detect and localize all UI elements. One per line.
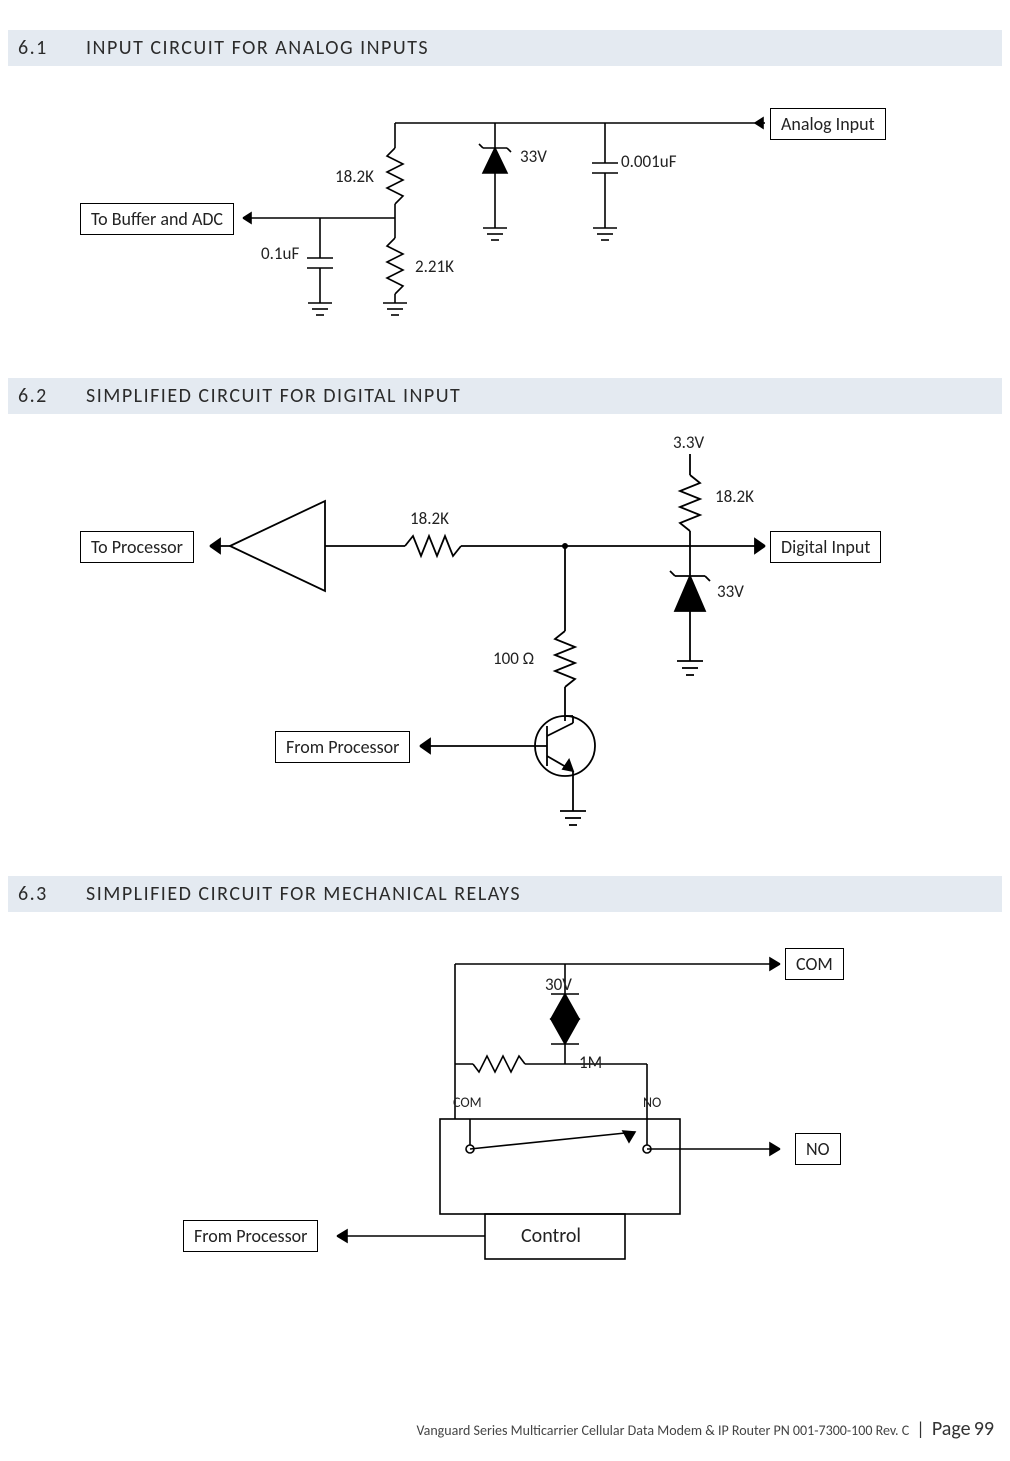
footer-page-num: 99 [974,1417,994,1441]
section-title: INPUT CIRCUIT FOR ANALOG INPUTS [86,36,429,60]
c1-value: 0.1uF [261,243,299,264]
section-number: 6.2 [18,384,58,408]
section-number: 6.1 [18,36,58,60]
page-footer: Vanguard Series Multicarrier Cellular Da… [416,1417,994,1441]
switch-com-label: COM [453,1094,482,1111]
snubber-r-value: 1M [579,1052,602,1073]
r1-value: 18.2K [335,166,374,187]
from-processor-label: From Processor [275,731,410,763]
footer-sep: | [916,1418,924,1440]
schematic-svg [25,426,985,846]
from-processor-label: From Processor [183,1220,318,1252]
digital-input-label: Digital Input [770,531,881,563]
tvs-value: 30V [545,974,572,995]
diagram-analog-input: To Buffer and ADC Analog Input 18.2K 2.2… [25,78,985,348]
section-heading-6-1: 6.1 INPUT CIRCUIT FOR ANALOG INPUTS [8,30,1002,66]
emitter-r-value: 100 Ω [493,648,534,669]
zener-value: 33V [520,146,547,167]
series-r-value: 18.2K [410,508,449,529]
pullup-r-value: 18.2K [715,486,754,507]
control-label: Control [521,1224,581,1248]
section-heading-6-3: 6.3 SIMPLIFIED CIRCUIT FOR MECHANICAL RE… [8,876,1002,912]
switch-no-label: NO [643,1094,661,1111]
schematic-svg [25,924,985,1304]
section-heading-6-2: 6.2 SIMPLIFIED CIRCUIT FOR DIGITAL INPUT [8,378,1002,414]
section-title: SIMPLIFIED CIRCUIT FOR DIGITAL INPUT [86,384,461,408]
to-buffer-adc-label: To Buffer and ADC [80,203,234,235]
diagram-mechanical-relay: COM NO From Processor Control 30V 1M COM… [25,924,985,1304]
footer-page-word: Page [932,1417,971,1441]
c2-value: 0.001uF [621,151,677,172]
section-number: 6.3 [18,882,58,906]
diagram-digital-input: To Processor From Processor Digital Inpu… [25,426,985,846]
supply-voltage-label: 3.3V [673,432,704,453]
analog-input-label: Analog Input [770,108,886,140]
com-pin-label: COM [785,948,844,980]
no-pin-label: NO [795,1133,841,1165]
section-title: SIMPLIFIED CIRCUIT FOR MECHANICAL RELAYS [86,882,521,906]
to-processor-label: To Processor [80,531,194,563]
zener-value: 33V [717,581,744,602]
page: 6.1 INPUT CIRCUIT FOR ANALOG INPUTS [0,30,1010,1461]
r2-value: 2.21K [415,256,454,277]
